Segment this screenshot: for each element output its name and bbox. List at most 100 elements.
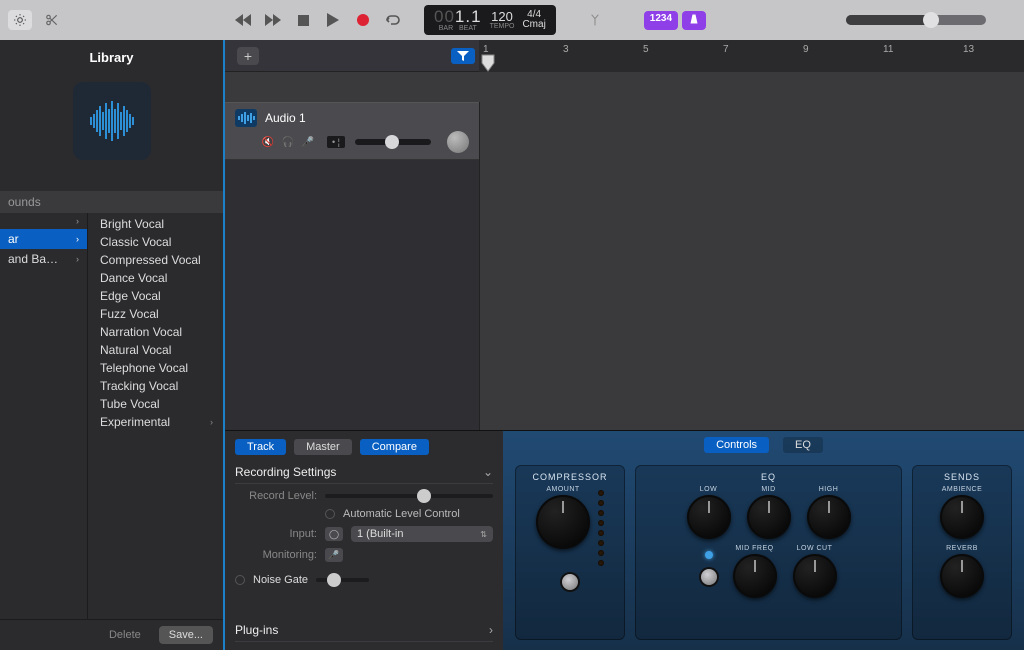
input-mon-icon[interactable]: 🎤 — [301, 137, 315, 148]
library-category-item[interactable]: and Ba…› — [0, 249, 87, 269]
library-preset-item[interactable]: Narration Vocal — [100, 323, 223, 341]
compressor-panel: COMPRESSOR AMOUNT — [515, 465, 625, 640]
transport-controls — [232, 9, 404, 31]
top-control-bar: 001.1BAR BEAT 120TEMPO 4/4Cmaj 1234 — [0, 0, 1024, 40]
library-delete-button[interactable]: Delete — [99, 626, 151, 644]
library-preset-item[interactable]: Compressed Vocal — [100, 251, 223, 269]
record-button[interactable] — [352, 9, 374, 31]
play-button[interactable] — [322, 9, 344, 31]
input-select[interactable]: 1 (Built-in ⇅ — [351, 526, 493, 542]
stop-button[interactable] — [292, 9, 314, 31]
track-lane: Audio 1 🔇 🎧 🎤 • ¦ — [225, 102, 1024, 160]
compressor-toggle[interactable] — [562, 574, 578, 590]
library-preset-item[interactable]: Experimental› — [100, 413, 223, 431]
library-preset-item[interactable]: Dance Vocal — [100, 269, 223, 287]
tab-track[interactable]: Track — [235, 439, 286, 455]
library-category-column: › ar› and Ba…› — [0, 213, 88, 619]
sends-ambience-knob[interactable] — [940, 495, 984, 539]
cycle-button[interactable] — [382, 9, 404, 31]
forward-button[interactable] — [262, 9, 284, 31]
track-name: Audio 1 — [265, 111, 306, 125]
library-preset-item[interactable]: Classic Vocal — [100, 233, 223, 251]
eq-high-knob[interactable] — [807, 495, 851, 539]
lcd-key: Cmaj — [522, 20, 545, 30]
sends-title: SENDS — [944, 472, 980, 482]
record-level-slider[interactable] — [325, 494, 493, 498]
ruler-tick: 1 — [483, 44, 489, 55]
metronome-badge[interactable] — [682, 11, 706, 30]
chevron-right-icon: › — [489, 623, 493, 637]
track-region-area[interactable] — [479, 102, 1024, 160]
library-preset-item[interactable]: Bright Vocal — [100, 215, 223, 233]
library-save-button[interactable]: Save... — [159, 626, 213, 644]
eq-low-knob[interactable] — [687, 495, 731, 539]
ruler-tick: 7 — [723, 44, 729, 55]
count-in-badge[interactable]: 1234 — [644, 11, 678, 30]
library-category-item[interactable]: ar› — [0, 229, 87, 249]
track-filter-button[interactable] — [451, 48, 475, 64]
plugins-header[interactable]: Plug-ins › — [235, 619, 493, 642]
alc-radio[interactable] — [325, 509, 335, 519]
track-header[interactable]: Audio 1 🔇 🎧 🎤 • ¦ — [225, 102, 479, 160]
input-channel-icon[interactable]: ◯ — [325, 527, 343, 541]
library-preview — [0, 71, 223, 171]
track-avatar-icon[interactable] — [447, 131, 469, 153]
noise-gate-slider[interactable] — [316, 578, 369, 582]
scissors-button[interactable] — [40, 10, 64, 30]
library-preset-item[interactable]: Natural Vocal — [100, 341, 223, 359]
compressor-amount-knob[interactable] — [536, 495, 590, 549]
mute-icon[interactable]: 🔇 — [261, 137, 275, 148]
noise-gate-label: Noise Gate — [253, 574, 308, 586]
tuner-button[interactable] — [584, 9, 606, 31]
master-volume-slider[interactable] — [846, 15, 986, 25]
sends-reverb-knob[interactable] — [940, 554, 984, 598]
eq-lowcut-knob[interactable] — [793, 554, 837, 598]
view-mode-button[interactable] — [8, 10, 32, 30]
note-badges[interactable]: 1234 — [644, 11, 706, 30]
headphones-icon[interactable]: 🎧 — [281, 137, 295, 148]
workspace: + 135791113 Audio 1 — [225, 40, 1024, 650]
ruler-tick: 9 — [803, 44, 809, 55]
lcd-position: 1.1 — [455, 7, 482, 26]
eq-toggle[interactable] — [701, 569, 717, 585]
add-track-button[interactable]: + — [237, 47, 259, 65]
timeline-ruler[interactable]: 135791113 — [479, 40, 1024, 72]
ruler-tick: 5 — [643, 44, 649, 55]
library-title: Library — [0, 40, 223, 71]
tab-controls[interactable]: Controls — [704, 437, 769, 453]
track-volume-slider[interactable] — [355, 139, 431, 145]
eq-panel: EQ LOW MID HIGH MID FREQ LO — [635, 465, 902, 640]
compressor-title: COMPRESSOR — [532, 472, 607, 482]
eq-midfreq-knob[interactable] — [733, 554, 777, 598]
monitoring-label: Monitoring: — [235, 549, 317, 561]
lcd-display[interactable]: 001.1BAR BEAT 120TEMPO 4/4Cmaj — [424, 5, 556, 35]
waveform-icon — [73, 82, 151, 160]
sends-panel: SENDS AMBIENCE REVERB — [912, 465, 1012, 640]
library-category-item[interactable]: › — [0, 213, 87, 229]
library-category-header: ounds — [0, 191, 223, 213]
lcd-tempo: 120 — [491, 10, 513, 23]
library-preset-item[interactable]: Tube Vocal — [100, 395, 223, 413]
recording-settings-header[interactable]: Recording Settings ⌄ — [235, 461, 493, 484]
library-preset-item[interactable]: Tracking Vocal — [100, 377, 223, 395]
library-preset-item[interactable]: Edge Vocal — [100, 287, 223, 305]
tab-eq[interactable]: EQ — [783, 437, 823, 453]
lcd-bar-prefix: 00 — [434, 7, 455, 26]
library-preset-item[interactable]: Fuzz Vocal — [100, 305, 223, 323]
eq-led-icon — [705, 551, 713, 559]
chevron-down-icon: ⌄ — [483, 465, 493, 479]
playhead-icon[interactable] — [481, 54, 495, 72]
eq-mid-knob[interactable] — [747, 495, 791, 539]
track-type-icon — [235, 109, 257, 127]
monitoring-button[interactable]: 🎤 — [325, 548, 343, 562]
track-readout: • ¦ — [327, 136, 345, 148]
rewind-button[interactable] — [232, 9, 254, 31]
smart-controls-panel: Track Master Compare Recording Settings … — [225, 430, 1024, 650]
library-panel: Library ounds › ar› and Ba…› Bright Voca… — [0, 40, 225, 650]
noise-gate-radio[interactable] — [235, 575, 245, 585]
tab-compare[interactable]: Compare — [360, 439, 429, 455]
compressor-meter — [598, 486, 604, 566]
library-preset-item[interactable]: Telephone Vocal — [100, 359, 223, 377]
ruler-tick: 3 — [563, 44, 569, 55]
tab-master[interactable]: Master — [294, 439, 352, 455]
